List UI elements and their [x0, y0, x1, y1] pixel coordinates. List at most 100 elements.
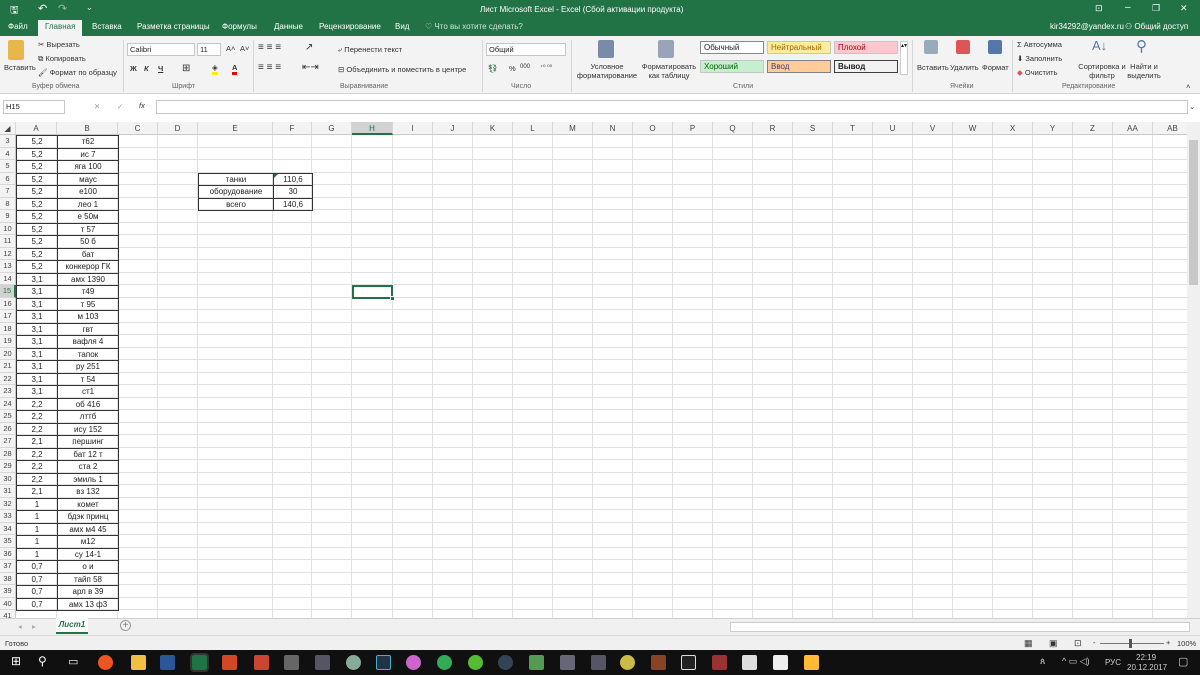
scroll-tabs-left-icon[interactable]: ◂ [18, 622, 22, 631]
minimize-button[interactable]: – [1125, 2, 1131, 13]
insert-function-button[interactable]: fx [139, 101, 145, 110]
cell-b[interactable]: лео 1 [57, 197, 119, 211]
cell-b[interactable]: вз 132 [57, 485, 119, 499]
cell-a[interactable]: 3,1 [16, 335, 58, 349]
cell-b[interactable]: комет [57, 497, 119, 511]
column-header[interactable]: I [393, 122, 433, 135]
cell-a[interactable]: 3,1 [16, 297, 58, 311]
align-left-icon[interactable]: ≡ ≡ ≡ [258, 62, 281, 73]
orientation-icon[interactable]: ↗ [305, 42, 313, 53]
column-header[interactable]: R [753, 122, 793, 135]
cell-a[interactable]: 5,2 [16, 172, 58, 186]
row-header[interactable]: 15 [0, 285, 16, 298]
fill-button[interactable]: ⬇ Заполнить [1017, 54, 1062, 63]
cell-b[interactable]: е100 [57, 185, 119, 199]
cell-a[interactable]: 5,2 [16, 197, 58, 211]
clear-button[interactable]: ◆ Очистить [1017, 68, 1058, 77]
media-app-icon[interactable] [376, 655, 391, 670]
indent-icon[interactable]: ⇤⇥ [302, 62, 319, 73]
camera-app-icon[interactable] [284, 655, 299, 670]
format-painter-button[interactable]: 🖌 Формат по образцу [38, 68, 117, 77]
column-header[interactable]: AA [1113, 122, 1153, 135]
game-app-icon[interactable] [437, 655, 452, 670]
bold-button[interactable]: Ж [130, 64, 137, 73]
cell-a[interactable]: 1 [16, 497, 58, 511]
page-layout-view-icon[interactable]: ▣ [1049, 638, 1058, 649]
row-header[interactable]: 8 [0, 197, 16, 210]
cell-b[interactable]: м12 [57, 535, 119, 549]
row-header[interactable]: 29 [0, 460, 16, 473]
world-of-tanks-icon[interactable] [591, 655, 606, 670]
tab-data[interactable]: Данные [274, 22, 303, 31]
cut-button[interactable]: ✂ Вырезать [38, 40, 80, 49]
app-icon[interactable] [620, 655, 635, 670]
underline-button[interactable]: Ч [158, 64, 163, 73]
column-header[interactable]: C [118, 122, 158, 135]
zoom-level[interactable]: 100% [1177, 639, 1196, 648]
gta-icon[interactable] [529, 655, 544, 670]
summary-value-cell[interactable]: 110,6 [273, 172, 313, 186]
cell-b[interactable]: т62 [57, 135, 119, 149]
cell-a[interactable]: 2,2 [16, 472, 58, 486]
cell-b[interactable]: ст1 [57, 385, 119, 399]
steam-icon[interactable] [498, 655, 513, 670]
summary-label-cell[interactable]: танки [198, 172, 274, 186]
cell-a[interactable]: 2,2 [16, 447, 58, 461]
mail-icon[interactable] [773, 655, 788, 670]
row-header[interactable]: 9 [0, 210, 16, 223]
cell-b[interactable]: о и [57, 560, 119, 574]
row-header[interactable]: 5 [0, 160, 16, 173]
row-header[interactable]: 21 [0, 360, 16, 373]
column-header[interactable]: D [158, 122, 198, 135]
cell-b[interactable]: лттб [57, 410, 119, 424]
cell-b[interactable]: конкерор ГК [57, 260, 119, 274]
autosum-button[interactable]: Σ Автосумма [1017, 40, 1062, 49]
column-header[interactable]: O [633, 122, 673, 135]
tab-home[interactable]: Главная [38, 20, 83, 36]
insert-cells-button[interactable]: Вставить [917, 63, 949, 72]
cell-a[interactable]: 2,1 [16, 485, 58, 499]
cell-b[interactable]: амх м4 45 [57, 522, 119, 536]
row-header[interactable]: 3 [0, 135, 16, 148]
cell-a[interactable]: 3,1 [16, 372, 58, 386]
cell-b[interactable]: амх 1390 [57, 272, 119, 286]
summary-label-cell[interactable]: оборудование [198, 185, 274, 199]
row-header[interactable]: 32 [0, 497, 16, 510]
row-header[interactable]: 28 [0, 447, 16, 460]
column-header[interactable]: K [473, 122, 513, 135]
row-header[interactable]: 34 [0, 522, 16, 535]
row-header[interactable]: 41 [0, 610, 16, 618]
column-header[interactable]: X [993, 122, 1033, 135]
column-header[interactable]: W [953, 122, 993, 135]
find-select-button[interactable]: Найти и выделить [1124, 62, 1164, 80]
tab-view[interactable]: Вид [395, 22, 409, 31]
cell-b[interactable]: ру 251 [57, 360, 119, 374]
cell-a[interactable]: 2,2 [16, 397, 58, 411]
cell-a[interactable]: 1 [16, 547, 58, 561]
style-normal[interactable]: Обычный [700, 41, 764, 54]
column-header[interactable]: AB [1153, 122, 1187, 135]
shrink-font-button[interactable]: A˅ [240, 44, 249, 53]
windows-start-icon[interactable]: ⊞ [11, 654, 21, 668]
cell-b[interactable]: тапок [57, 347, 119, 361]
powerpoint-icon[interactable] [222, 655, 237, 670]
row-header[interactable]: 12 [0, 247, 16, 260]
column-header[interactable]: G [312, 122, 352, 135]
style-input[interactable]: Ввод [767, 60, 831, 73]
fill-color-icon[interactable]: ◈ [212, 63, 218, 75]
tab-file[interactable]: Файл [8, 22, 28, 31]
cell-b[interactable]: т 57 [57, 222, 119, 236]
cell-b[interactable]: ису 152 [57, 422, 119, 436]
column-header[interactable]: B [57, 122, 118, 135]
cell-a[interactable]: 5,2 [16, 210, 58, 224]
save-icon[interactable]: 🖫 [10, 3, 19, 20]
currency-icon[interactable]: 💱 [488, 64, 497, 73]
world-of-warships-icon[interactable] [560, 655, 575, 670]
cell-a[interactable]: 3,1 [16, 310, 58, 324]
font-size-select[interactable]: 11 [197, 43, 221, 56]
conditional-format-button[interactable]: Условное форматирование [576, 62, 638, 80]
column-header[interactable]: U [873, 122, 913, 135]
tray-chevron-icon[interactable]: ^ ▭ ◁) [1062, 656, 1090, 667]
decimal-icon[interactable]: ⁺⁰ ⁰⁰ [540, 64, 552, 71]
row-header[interactable]: 16 [0, 297, 16, 310]
